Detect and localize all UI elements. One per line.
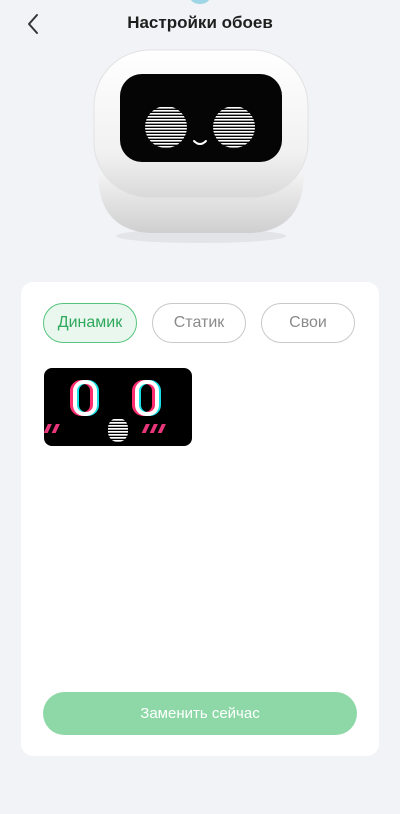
wallpaper-thumbnail[interactable] (44, 368, 192, 446)
page-title: Настройки обоев (127, 13, 273, 32)
tab-static[interactable]: Статик (152, 303, 246, 343)
tab-own[interactable]: Свои (261, 303, 355, 343)
header: Настройки обоев (0, 0, 400, 48)
replace-now-button[interactable]: Заменить сейчас (43, 692, 357, 735)
surprised-face-image (44, 380, 166, 442)
tab-dynamic[interactable]: Динамик (43, 303, 137, 343)
wallpaper-panel: Динамик Статик Свои Заменить сейчас (21, 282, 379, 756)
device-preview (90, 44, 312, 244)
